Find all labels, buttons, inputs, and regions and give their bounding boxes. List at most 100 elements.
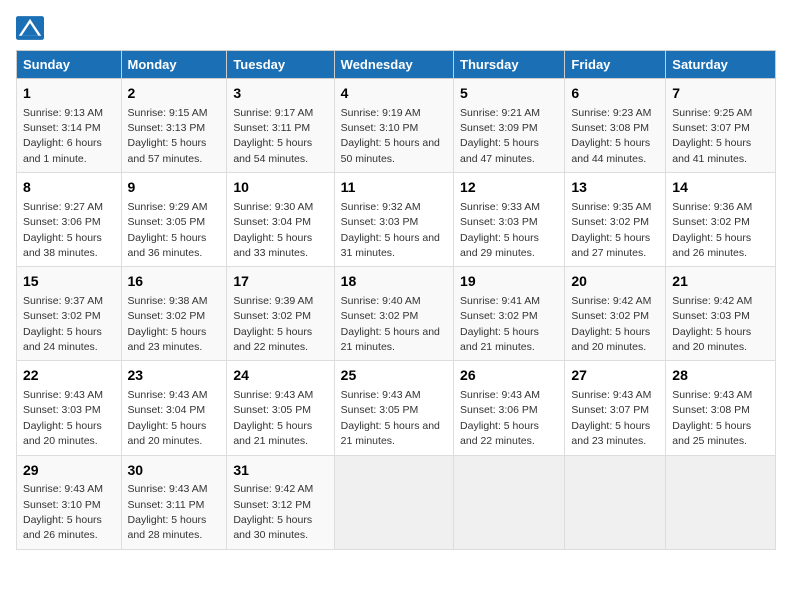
day-sunset: Sunset: 3:02 PM: [571, 216, 649, 228]
day-sunrise: Sunrise: 9:35 AM: [571, 201, 651, 213]
day-sunrise: Sunrise: 9:36 AM: [672, 201, 752, 213]
day-sunrise: Sunrise: 9:13 AM: [23, 107, 103, 119]
day-cell: 9Sunrise: 9:29 AMSunset: 3:05 PMDaylight…: [121, 173, 227, 267]
day-cell: 1Sunrise: 9:13 AMSunset: 3:14 PMDaylight…: [17, 79, 122, 173]
day-cell: 6Sunrise: 9:23 AMSunset: 3:08 PMDaylight…: [565, 79, 666, 173]
day-number: 14: [672, 178, 769, 198]
day-sunrise: Sunrise: 9:42 AM: [672, 295, 752, 307]
day-sunset: Sunset: 3:02 PM: [341, 310, 419, 322]
day-sunset: Sunset: 3:02 PM: [233, 310, 311, 322]
day-cell: 19Sunrise: 9:41 AMSunset: 3:02 PMDayligh…: [454, 267, 565, 361]
day-sunrise: Sunrise: 9:23 AM: [571, 107, 651, 119]
day-number: 1: [23, 84, 115, 104]
day-cell: 15Sunrise: 9:37 AMSunset: 3:02 PMDayligh…: [17, 267, 122, 361]
logo-icon: [16, 16, 44, 40]
day-daylight: Daylight: 5 hours and 20 minutes.: [128, 420, 207, 447]
day-sunrise: Sunrise: 9:15 AM: [128, 107, 208, 119]
day-cell: 27Sunrise: 9:43 AMSunset: 3:07 PMDayligh…: [565, 361, 666, 455]
day-daylight: Daylight: 5 hours and 21 minutes.: [460, 326, 539, 353]
day-daylight: Daylight: 5 hours and 57 minutes.: [128, 137, 207, 164]
day-cell: 24Sunrise: 9:43 AMSunset: 3:05 PMDayligh…: [227, 361, 334, 455]
day-cell: 17Sunrise: 9:39 AMSunset: 3:02 PMDayligh…: [227, 267, 334, 361]
day-cell: 26Sunrise: 9:43 AMSunset: 3:06 PMDayligh…: [454, 361, 565, 455]
day-cell: 3Sunrise: 9:17 AMSunset: 3:11 PMDaylight…: [227, 79, 334, 173]
day-number: 13: [571, 178, 659, 198]
day-number: 3: [233, 84, 327, 104]
day-sunset: Sunset: 3:12 PM: [233, 499, 311, 511]
day-number: 9: [128, 178, 221, 198]
day-cell: 29Sunrise: 9:43 AMSunset: 3:10 PMDayligh…: [17, 455, 122, 549]
day-daylight: Daylight: 5 hours and 28 minutes.: [128, 514, 207, 541]
day-number: 12: [460, 178, 558, 198]
day-sunset: Sunset: 3:02 PM: [23, 310, 101, 322]
day-cell: 18 Sunrise: 9:40 AM Sunset: 3:02 PM Dayligh…: [334, 267, 453, 361]
day-daylight: Daylight: 5 hours and 21 minutes.: [341, 420, 440, 447]
day-number: 17: [233, 272, 327, 292]
day-sunrise: Sunrise: 9:43 AM: [128, 389, 208, 401]
day-sunrise: Sunrise: 9:43 AM: [23, 389, 103, 401]
week-row-1: 1 Sunrise: 9:13 AM Sunset: 3:14 PM Daylight…: [17, 79, 776, 173]
day-cell: 12Sunrise: 9:33 AMSunset: 3:03 PMDayligh…: [454, 173, 565, 267]
day-daylight: Daylight: 5 hours and 22 minutes.: [460, 420, 539, 447]
day-sunrise: Sunrise: 9:43 AM: [460, 389, 540, 401]
day-sunset: Sunset: 3:05 PM: [233, 404, 311, 416]
day-sunset: Sunset: 3:10 PM: [23, 499, 101, 511]
day-sunrise: Sunrise: 9:19 AM: [341, 107, 421, 119]
week-row-5: 29Sunrise: 9:43 AMSunset: 3:10 PMDayligh…: [17, 455, 776, 549]
day-sunrise: Sunrise: 9:42 AM: [571, 295, 651, 307]
day-cell: 5Sunrise: 9:21 AMSunset: 3:09 PMDaylight…: [454, 79, 565, 173]
day-cell: 13 Sunrise: 9:35 AM Sunset: 3:02 PM Dayligh…: [565, 173, 666, 267]
day-sunset: Sunset: 3:03 PM: [23, 404, 101, 416]
calendar-header-row: SundayMondayTuesdayWednesdayThursdayFrid…: [17, 51, 776, 79]
day-sunrise: Sunrise: 9:42 AM: [233, 483, 313, 495]
day-number: 18: [341, 272, 447, 292]
day-daylight: Daylight: 5 hours and 25 minutes.: [672, 420, 751, 447]
header: [16, 16, 776, 40]
day-daylight: Daylight: 5 hours and 24 minutes.: [23, 326, 102, 353]
day-sunrise: Sunrise: 9:43 AM: [571, 389, 651, 401]
day-number: 4: [341, 84, 447, 104]
day-sunset: Sunset: 3:09 PM: [460, 122, 538, 134]
day-daylight: Daylight: 5 hours and 21 minutes.: [341, 326, 440, 353]
day-daylight: Daylight: 5 hours and 36 minutes.: [128, 232, 207, 259]
day-cell: 8Sunrise: 9:27 AMSunset: 3:06 PMDaylight…: [17, 173, 122, 267]
day-cell: 22Sunrise: 9:43 AMSunset: 3:03 PMDayligh…: [17, 361, 122, 455]
day-sunrise: Sunrise: 9:27 AM: [23, 201, 103, 213]
day-daylight: Daylight: 5 hours and 21 minutes.: [233, 420, 312, 447]
day-sunset: Sunset: 3:08 PM: [672, 404, 750, 416]
day-number: 28: [672, 366, 769, 386]
day-sunset: Sunset: 3:05 PM: [341, 404, 419, 416]
week-row-2: 8Sunrise: 9:27 AMSunset: 3:06 PMDaylight…: [17, 173, 776, 267]
day-number: 2: [128, 84, 221, 104]
day-cell: 14Sunrise: 9:36 AMSunset: 3:02 PMDayligh…: [666, 173, 776, 267]
header-saturday: Saturday: [666, 51, 776, 79]
day-cell: 31Sunrise: 9:42 AMSunset: 3:12 PMDayligh…: [227, 455, 334, 549]
day-daylight: Daylight: 5 hours and 20 minutes.: [571, 326, 650, 353]
day-cell: [454, 455, 565, 549]
day-daylight: Daylight: 5 hours and 23 minutes.: [571, 420, 650, 447]
day-sunrise: Sunrise: 9:43 AM: [233, 389, 313, 401]
day-sunrise: Sunrise: 9:38 AM: [128, 295, 208, 307]
day-sunrise: Sunrise: 9:40 AM: [341, 295, 421, 307]
week-row-3: 15Sunrise: 9:37 AMSunset: 3:02 PMDayligh…: [17, 267, 776, 361]
day-cell: 23Sunrise: 9:43 AMSunset: 3:04 PMDayligh…: [121, 361, 227, 455]
day-cell: 21Sunrise: 9:42 AMSunset: 3:03 PMDayligh…: [666, 267, 776, 361]
day-cell: 7Sunrise: 9:25 AMSunset: 3:07 PMDaylight…: [666, 79, 776, 173]
day-sunset: Sunset: 3:02 PM: [460, 310, 538, 322]
day-sunset: Sunset: 3:11 PM: [233, 122, 310, 134]
day-sunset: Sunset: 3:02 PM: [128, 310, 206, 322]
day-sunset: Sunset: 3:04 PM: [128, 404, 206, 416]
day-cell: 16Sunrise: 9:38 AMSunset: 3:02 PMDayligh…: [121, 267, 227, 361]
header-sunday: Sunday: [17, 51, 122, 79]
day-sunset: Sunset: 3:14 PM: [23, 122, 101, 134]
day-number: 7: [672, 84, 769, 104]
day-sunset: Sunset: 3:03 PM: [341, 216, 419, 228]
day-sunrise: Sunrise: 9:43 AM: [23, 483, 103, 495]
week-row-4: 22Sunrise: 9:43 AMSunset: 3:03 PMDayligh…: [17, 361, 776, 455]
day-cell: [666, 455, 776, 549]
day-sunrise: Sunrise: 9:32 AM: [341, 201, 421, 213]
day-number: 16: [128, 272, 221, 292]
day-daylight: Daylight: 5 hours and 27 minutes.: [571, 232, 650, 259]
day-number: 26: [460, 366, 558, 386]
day-sunset: Sunset: 3:05 PM: [128, 216, 206, 228]
